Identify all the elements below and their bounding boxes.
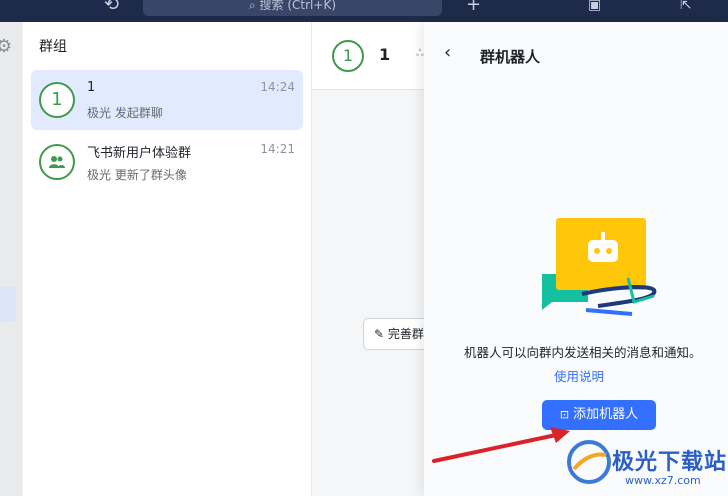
complete-group-label: 完善群 xyxy=(387,327,424,341)
chat-header: 1 1 ஃ xyxy=(312,22,425,90)
panel-title: 群机器人 xyxy=(480,48,541,66)
left-nav: ⚙ xyxy=(0,22,22,496)
devices-icon[interactable]: ▣ xyxy=(588,0,601,16)
chat-name: 1 xyxy=(87,80,96,95)
watermark-text: 极光下载站 xyxy=(612,450,728,475)
robot-illustration xyxy=(542,218,657,316)
chat-item-1[interactable]: 1 1 14:24 极光 发起群聊 xyxy=(31,70,303,130)
add-bot-label: 添加机器人 xyxy=(573,407,639,422)
chat-preview: 极光 更新了群头像 xyxy=(87,168,187,182)
chat-list: 群组 1 1 14:24 极光 发起群聊 飞书新用户体验群 14:21 极光 更… xyxy=(23,22,311,496)
title-bar: ⟲ ⌕ 搜索 (Ctrl+K) + ▣ ⇱ xyxy=(0,0,728,22)
chat-time: 14:24 xyxy=(260,80,295,94)
gear-icon[interactable]: ⚙ xyxy=(0,36,12,57)
member-icon[interactable]: ஃ xyxy=(416,48,424,60)
chat-time: 14:21 xyxy=(260,142,295,156)
group-icon xyxy=(39,144,75,180)
chat-name: 飞书新用户体验群 xyxy=(87,146,192,161)
avatar: 1 xyxy=(332,40,364,72)
chat-main: 1 1 ஃ ✎ 完善群 xyxy=(311,22,445,496)
plus-icon[interactable]: + xyxy=(466,0,481,16)
chat-title: 1 xyxy=(379,45,391,64)
search-box[interactable]: ⌕ 搜索 (Ctrl+K) xyxy=(143,0,442,16)
share-icon[interactable]: ⇱ xyxy=(680,0,692,16)
robot-icon: ⊡ xyxy=(559,408,570,421)
watermark-url: www.xz7.com xyxy=(625,474,701,487)
search-icon: ⌕ xyxy=(248,0,256,12)
chat-item-feishu-group[interactable]: 飞书新用户体验群 14:21 极光 更新了群头像 xyxy=(31,132,303,192)
usage-link[interactable]: 使用说明 xyxy=(404,366,728,385)
pencil-icon: ✎ xyxy=(374,327,385,341)
watermark-logo-icon xyxy=(567,440,611,484)
back-arrow-icon[interactable]: ‹ xyxy=(444,42,451,63)
chat-list-title: 群组 xyxy=(39,39,67,55)
chat-preview: 极光 发起群聊 xyxy=(87,106,163,120)
search-placeholder: 搜索 (Ctrl+K) xyxy=(259,0,337,12)
panel-description: 机器人可以向群内发送相关的消息和通知。 xyxy=(464,345,702,360)
avatar: 1 xyxy=(39,82,75,118)
nav-item-selected[interactable] xyxy=(0,287,16,322)
history-icon[interactable]: ⟲ xyxy=(104,0,119,16)
red-arrow-annotation xyxy=(432,427,570,463)
